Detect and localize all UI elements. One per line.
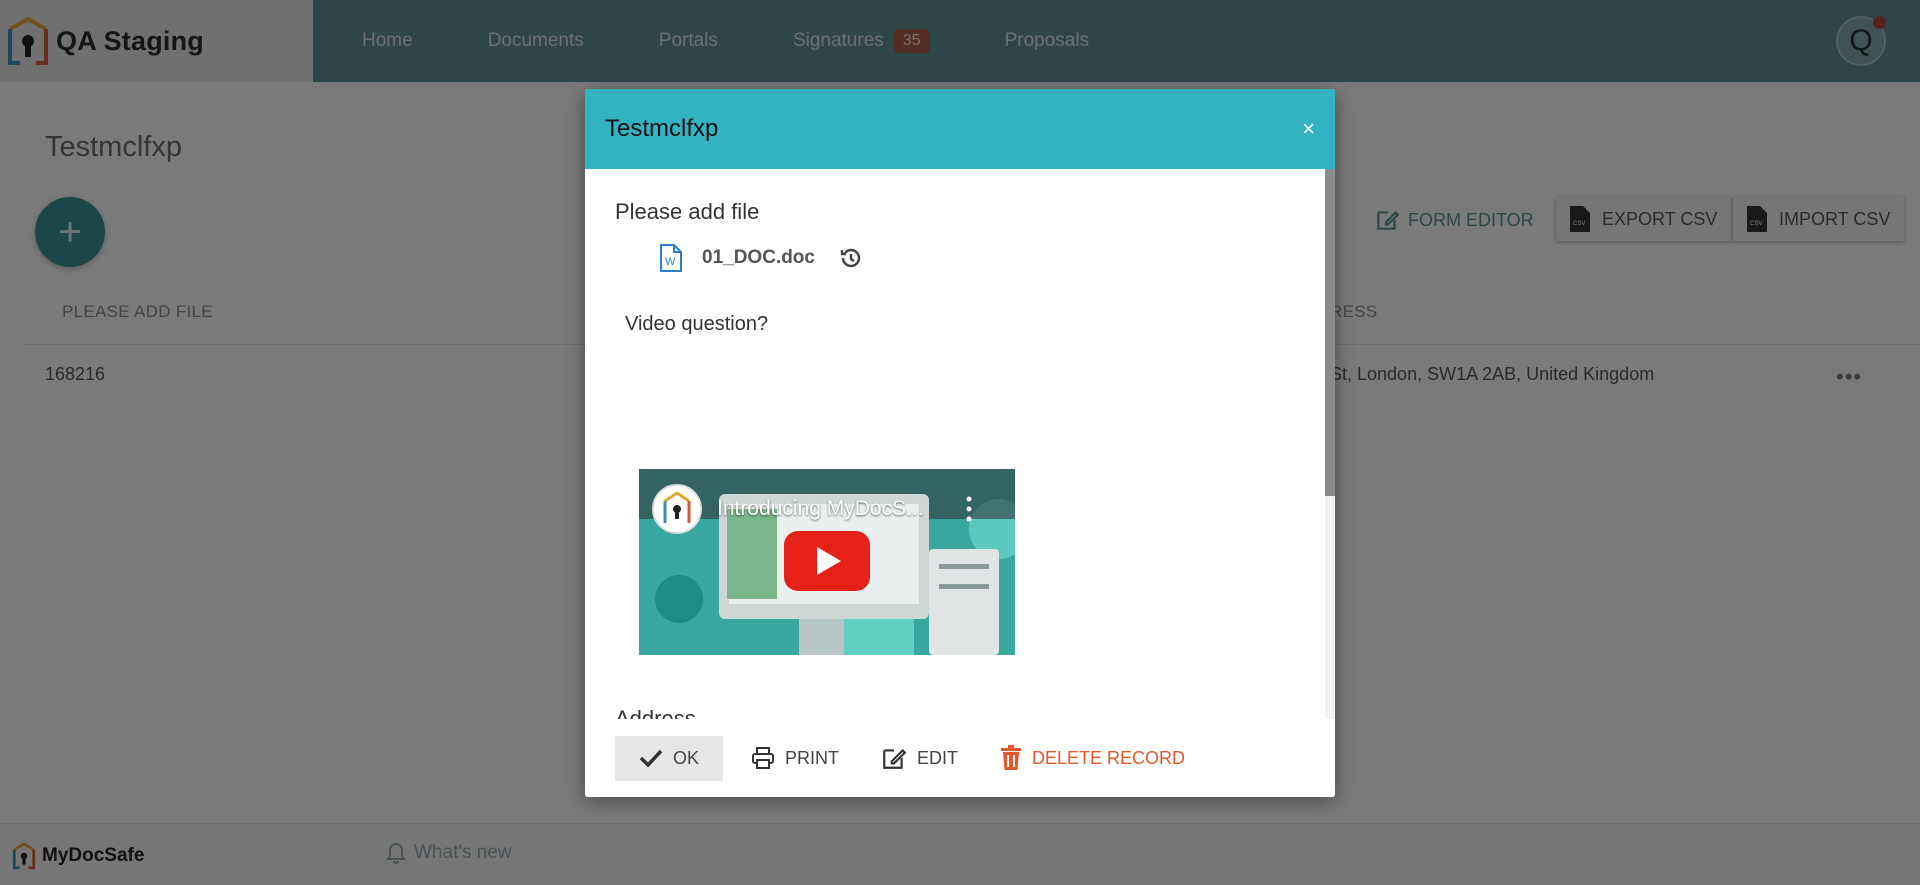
file-name-link[interactable]: 01_DOC.doc [702, 247, 815, 269]
modal-header: Testmclfxp × [585, 89, 1335, 169]
ok-label: OK [673, 747, 700, 768]
file-field-label: Please add file [615, 199, 760, 224]
attached-file: W 01_DOC.doc [660, 244, 863, 272]
history-icon[interactable] [839, 246, 863, 270]
ok-button[interactable]: OK [615, 735, 724, 781]
print-label: PRINT [785, 747, 840, 768]
printer-icon [752, 747, 775, 769]
edit-label: EDIT [917, 747, 959, 768]
video-question-label: Video question? [625, 313, 769, 335]
modal-actions: OK PRINT EDIT DELETE RECORD [585, 719, 1335, 797]
edit-button[interactable]: EDIT [881, 745, 958, 771]
svg-text:W: W [665, 256, 676, 268]
print-button[interactable]: PRINT [751, 746, 839, 770]
video-title: Introducing MyDocS... [717, 497, 924, 520]
modal-scrollbar[interactable] [1325, 169, 1335, 721]
modal-title: Testmclfxp [605, 115, 719, 142]
word-doc-icon[interactable]: W [660, 244, 682, 272]
check-icon [639, 749, 663, 768]
scrollbar-thumb[interactable] [1325, 169, 1335, 496]
delete-record-label: DELETE RECORD [1032, 747, 1186, 768]
delete-record-button[interactable]: DELETE RECORD [1000, 745, 1185, 771]
trash-icon [1001, 745, 1022, 770]
modal-body: Please add file W 01_DOC.doc Video quest… [585, 169, 1335, 783]
record-modal: Testmclfxp × Please add file W 01_DOC.do… [585, 89, 1335, 797]
edit-icon [883, 748, 907, 769]
close-icon[interactable]: × [1302, 116, 1315, 142]
youtube-video-embed[interactable]: Introducing MyDocS... [639, 469, 1015, 655]
